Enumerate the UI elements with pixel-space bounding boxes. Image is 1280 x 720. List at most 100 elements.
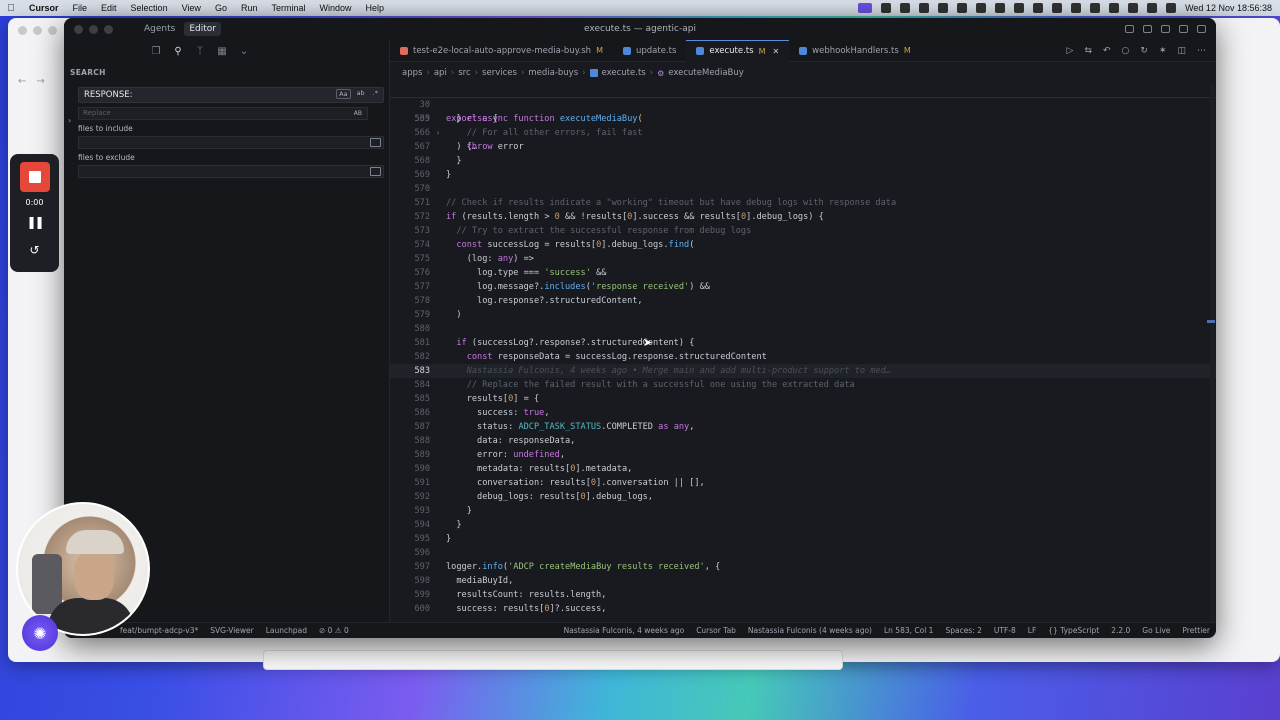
code-editor[interactable]: 30 export async function executeMediaBuy…: [390, 84, 1216, 622]
cloud-icon[interactable]: [1014, 3, 1025, 13]
menu-help[interactable]: Help: [359, 3, 392, 13]
status-cursor-position[interactable]: Ln 583, Col 1: [878, 626, 939, 635]
bluetooth-icon[interactable]: [1071, 3, 1082, 13]
code-line[interactable]: 593 }: [390, 504, 1216, 518]
status-problems[interactable]: ⊘ 0 ⚠ 0: [313, 626, 355, 635]
code-line[interactable]: 573 // Try to extract the successful res…: [390, 224, 1216, 238]
code-line[interactable]: 600 success: results[0]?.success,: [390, 602, 1216, 616]
code-line[interactable]: 597 logger.info('ADCP createMediaBuy resu…: [390, 560, 1216, 574]
code-line[interactable]: 574 const successLog = results[0].debug_…: [390, 238, 1216, 252]
code-line[interactable]: 583 Nastassia Fulconis, 4 weeks ago • Me…: [390, 364, 1216, 378]
layout-icon[interactable]: [1179, 25, 1188, 33]
waveform-icon[interactable]: [957, 3, 968, 13]
code-line[interactable]: 596: [390, 546, 1216, 560]
menu-go[interactable]: Go: [208, 3, 234, 13]
match-case-toggle[interactable]: Aa: [336, 89, 351, 99]
screen-record-icon[interactable]: [858, 3, 873, 13]
code-line[interactable]: 568 }: [390, 154, 1216, 168]
menu-terminal[interactable]: Terminal: [264, 3, 312, 13]
stop-recording-button[interactable]: [19, 162, 50, 192]
breadcrumb-item[interactable]: media-buys: [528, 68, 578, 78]
close-icon[interactable]: [74, 24, 83, 34]
menu-app[interactable]: Cursor: [22, 3, 66, 13]
search-icon[interactable]: ⚲: [173, 46, 183, 57]
sticky-scroll-line[interactable]: 30 export async function executeMediaBuy…: [390, 84, 1216, 124]
gear-icon[interactable]: [370, 167, 381, 176]
source-control-icon[interactable]: ᛉ: [195, 46, 205, 57]
match-whole-word-toggle[interactable]: ab: [355, 89, 367, 99]
code-line[interactable]: 590 metadata: results[0].metadata,: [390, 462, 1216, 476]
editor-scrollbar[interactable]: [1210, 84, 1215, 622]
dot-circle-icon[interactable]: ○: [1122, 46, 1130, 56]
status-eol[interactable]: LF: [1022, 626, 1043, 635]
code-line[interactable]: 586 success: true,: [390, 406, 1216, 420]
regex-icon[interactable]: .*: [371, 89, 380, 99]
run-icon[interactable]: ▷: [1067, 46, 1074, 56]
wifi-icon[interactable]: [1128, 3, 1139, 13]
tab-update-ts[interactable]: update.ts: [613, 40, 686, 62]
code-line[interactable]: 578 log.response?.structuredContent,: [390, 294, 1216, 308]
code-line[interactable]: 594 }: [390, 518, 1216, 532]
menu-edit[interactable]: Edit: [94, 3, 124, 13]
code-line[interactable]: 588 data: responseData,: [390, 434, 1216, 448]
replace-input[interactable]: Replace AB: [78, 107, 368, 120]
apple-icon[interactable]: : [0, 3, 22, 14]
code-line[interactable]: 566 // For all other errors, fail fast: [390, 126, 1216, 140]
toggle-replace-icon[interactable]: ›: [68, 116, 71, 125]
code-line[interactable]: 581 if (successLog?.response?.structured…: [390, 336, 1216, 350]
status-ts-version[interactable]: 2.2.0: [1105, 626, 1136, 635]
status-go-live[interactable]: Go Live: [1136, 626, 1176, 635]
code-line[interactable]: 587 status: ADCP_TASK_STATUS.COMPLETED a…: [390, 420, 1216, 434]
code-line[interactable]: 585 results[0] = {: [390, 392, 1216, 406]
back-icon[interactable]: ←: [18, 76, 26, 87]
grid-icon[interactable]: [976, 3, 987, 13]
tab-editor[interactable]: Editor: [184, 22, 221, 36]
status-blame[interactable]: Nastassia Fulconis, 4 weeks ago: [558, 626, 691, 635]
breadcrumb-item[interactable]: executeMediaBuy: [668, 68, 743, 78]
keyboard-input-icon[interactable]: [1090, 3, 1101, 13]
status-cursor-tab[interactable]: Cursor Tab: [690, 626, 742, 635]
tab-test-e2e-script[interactable]: test-e2e-local-auto-approve-media-buy.sh…: [390, 40, 613, 62]
tab-webhook-handlers-ts[interactable]: webhookHandlers.ts M: [789, 40, 921, 62]
control-center-icon[interactable]: [1166, 3, 1177, 13]
tag-icon[interactable]: [1052, 3, 1063, 13]
sync-icon[interactable]: [881, 3, 892, 13]
status-prettier[interactable]: Prettier: [1176, 626, 1216, 635]
chevron-down-icon[interactable]: ⌄: [239, 46, 249, 57]
cast-icon[interactable]: [1109, 3, 1120, 13]
toggle-panel-icon[interactable]: [1143, 25, 1152, 33]
book-icon[interactable]: [370, 138, 381, 147]
code-line[interactable]: 570: [390, 182, 1216, 196]
code-line[interactable]: 575 (log: any) =>: [390, 252, 1216, 266]
menu-bar-clock[interactable]: Wed 12 Nov 18:56:38: [1185, 3, 1272, 13]
compass-icon[interactable]: [938, 3, 949, 13]
code-line[interactable]: 572 if (results.length > 0 && !results[0]…: [390, 210, 1216, 224]
breadcrumb-item[interactable]: services: [482, 68, 517, 78]
ai-icon[interactable]: ✶: [1159, 46, 1167, 56]
close-icon[interactable]: ✕: [772, 47, 779, 56]
code-line[interactable]: 599 resultsCount: results.length,: [390, 588, 1216, 602]
code-line[interactable]: 584 // Replace the failed result with a …: [390, 378, 1216, 392]
code-line[interactable]: 580: [390, 322, 1216, 336]
files-to-exclude-input[interactable]: [78, 165, 384, 178]
menu-selection[interactable]: Selection: [124, 3, 175, 13]
more-actions-icon[interactable]: ⋯: [1197, 46, 1206, 56]
restart-icon[interactable]: ↺: [29, 243, 39, 257]
extension-icon[interactable]: [919, 3, 930, 13]
preserve-case-toggle[interactable]: AB: [352, 109, 364, 119]
code-line[interactable]: 591 conversation: results[0].conversatio…: [390, 476, 1216, 490]
code-line[interactable]: 539 › ) {…: [390, 98, 1216, 152]
menu-view[interactable]: View: [175, 3, 208, 13]
code-line[interactable]: 571 // Check if results indicate a "worki…: [390, 196, 1216, 210]
menu-window[interactable]: Window: [312, 3, 358, 13]
code-line[interactable]: 579 ): [390, 308, 1216, 322]
code-line[interactable]: 569}: [390, 168, 1216, 182]
code-line[interactable]: 595}: [390, 532, 1216, 546]
menu-run[interactable]: Run: [234, 3, 265, 13]
breadcrumb-item[interactable]: api: [434, 68, 447, 78]
tab-execute-ts[interactable]: execute.ts M ✕: [686, 39, 790, 62]
breadcrumb-item[interactable]: execute.ts: [602, 68, 646, 78]
pause-icon[interactable]: ❚❚: [26, 215, 44, 229]
sparkle-assistant-icon[interactable]: ✺: [22, 615, 58, 651]
toggle-sidebar-icon[interactable]: [1125, 25, 1134, 33]
